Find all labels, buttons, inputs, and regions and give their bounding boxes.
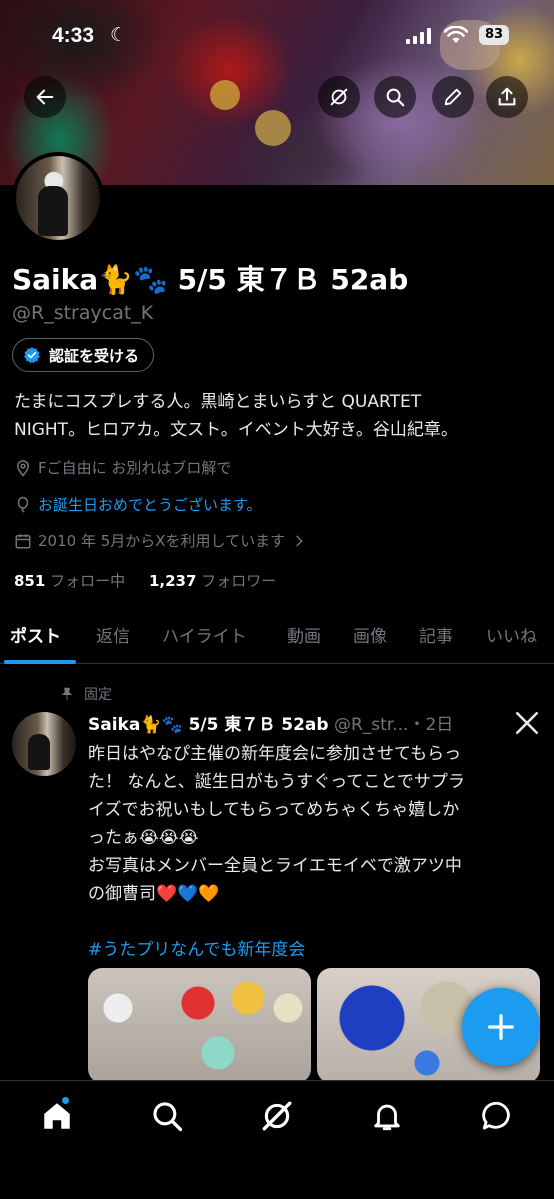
profile-handle: @R_straycat_K [12,302,154,324]
profile-location: Fご自由に お別れはブロ解で [14,457,231,478]
banner-decoration [210,80,240,110]
post-hashtag[interactable]: #うたプリなんでも新年度会 [88,936,544,964]
joined-text: 2010 年 5月からXを利用しています [38,532,286,550]
banner-decoration [255,110,291,146]
post-image[interactable] [88,968,311,1083]
search-icon [153,1102,183,1132]
wifi-icon [444,26,468,43]
grok-button[interactable] [318,76,360,118]
profile-name: Saika🐈🐾 5/5 東７Ｂ 52ab [12,263,409,296]
share-icon [498,87,516,106]
edit-icon [444,88,462,106]
post-handle-time: @R_str...・2日 [333,715,454,735]
back-arrow-icon [36,89,54,105]
tab-highlights[interactable]: ハイライト [162,622,247,647]
nav-home[interactable] [40,1099,74,1133]
profile-tabs: ポスト 返信 ハイライト 動画 画像 記事 いいね [0,608,554,664]
edit-button[interactable] [432,76,474,118]
x-logo-icon [515,711,539,735]
post-header: Saika🐈🐾 5/5 東７Ｂ 52ab @R_str...・2日 [88,710,498,735]
profile-bio: たまにコスプレする人。黒崎とまいらすと QUARTET NIGHT。ヒロアカ。文… [14,388,544,444]
status-time: 4:33 [52,24,95,47]
tab-images[interactable]: 画像 [353,622,387,647]
calendar-icon [15,533,31,548]
bio-line: NIGHT。ヒロアカ。文スト。イベント大好き。谷山紀章。 [14,420,458,440]
birthday-text: お誕生日おめでとうございます。 [38,496,262,514]
nav-notifications[interactable] [370,1099,404,1133]
followers-link[interactable]: 1,237 フォロワー [149,572,276,590]
plus-icon [488,1014,514,1040]
status-bar: 4:33 ☾ 83 [0,18,554,54]
search-button[interactable] [374,76,416,118]
grok-icon [262,1101,292,1131]
post-avatar[interactable] [12,712,76,776]
post-line: ったぁ😭😭😭 [88,828,199,848]
grok-icon [330,88,348,106]
tab-replies[interactable]: 返信 [96,622,130,647]
signal-icon [406,28,431,44]
search-icon [386,88,405,107]
battery-indicator: 83 [479,25,509,45]
following-link[interactable]: 851 フォロー中 [14,572,125,590]
post-text: 昨日はやなぴ主催の新年度会に参加させてもらっ た！ なんと、誕生日がもうすぐって… [88,740,544,964]
back-button[interactable] [24,76,66,118]
notification-dot [62,1097,69,1104]
pinned-indicator: 固定 [60,684,112,704]
post-line: お写真はメンバー全員とライエモイベで激アツ中 [88,856,462,876]
post-line: た！ なんと、誕生日がもうすぐってことでサプラ [88,772,465,792]
share-button[interactable] [486,76,528,118]
post-line: の御曹司❤️💙🧡 [88,884,220,904]
compose-button[interactable] [462,988,540,1066]
post-author-name[interactable]: Saika🐈🐾 5/5 東７Ｂ 52ab [88,715,329,735]
follow-stats: 851 フォロー中 1,237 フォロワー [14,570,276,591]
post-line: 昨日はやなぴ主催の新年度会に参加させてもらっ [88,744,462,764]
nav-search[interactable] [150,1099,184,1133]
pin-icon [61,687,73,700]
tab-posts[interactable]: ポスト [10,622,61,647]
tab-articles[interactable]: 記事 [419,622,453,647]
profile-birthday[interactable]: お誕生日おめでとうございます。 [14,494,262,515]
bell-icon [374,1104,400,1131]
active-tab-indicator [4,660,76,664]
verified-badge-icon [24,347,40,364]
bio-line: たまにコスプレする人。黒崎とまいらすと QUARTET [14,392,422,412]
nav-messages[interactable] [480,1099,514,1133]
post-line: イズでお祝いもしてもらってめちゃくちゃ嬉しか [88,800,460,820]
location-pin-icon [16,459,30,477]
following-count: 851 [14,572,46,590]
followers-count: 1,237 [148,572,197,590]
get-verified-label: 認証を受ける [49,346,140,365]
following-label: フォロー中 [50,572,126,590]
profile-avatar[interactable] [12,152,104,244]
profile-joined[interactable]: 2010 年 5月からXを利用しています [14,530,307,551]
tab-videos[interactable]: 動画 [287,622,321,647]
balloon-icon [17,496,29,512]
chevron-right-icon [296,535,303,546]
nav-grok[interactable] [260,1099,294,1133]
pinned-label: 固定 [84,687,112,703]
tab-likes[interactable]: いいね [486,622,537,647]
location-text: Fご自由に お別れはブロ解で [38,459,232,477]
bottom-navigation [0,1080,554,1199]
messages-icon [482,1101,510,1130]
home-icon [44,1103,70,1129]
moon-icon: ☾ [110,24,128,46]
followers-label: フォロワー [201,572,277,590]
get-verified-button[interactable]: 認証を受ける [12,338,155,372]
